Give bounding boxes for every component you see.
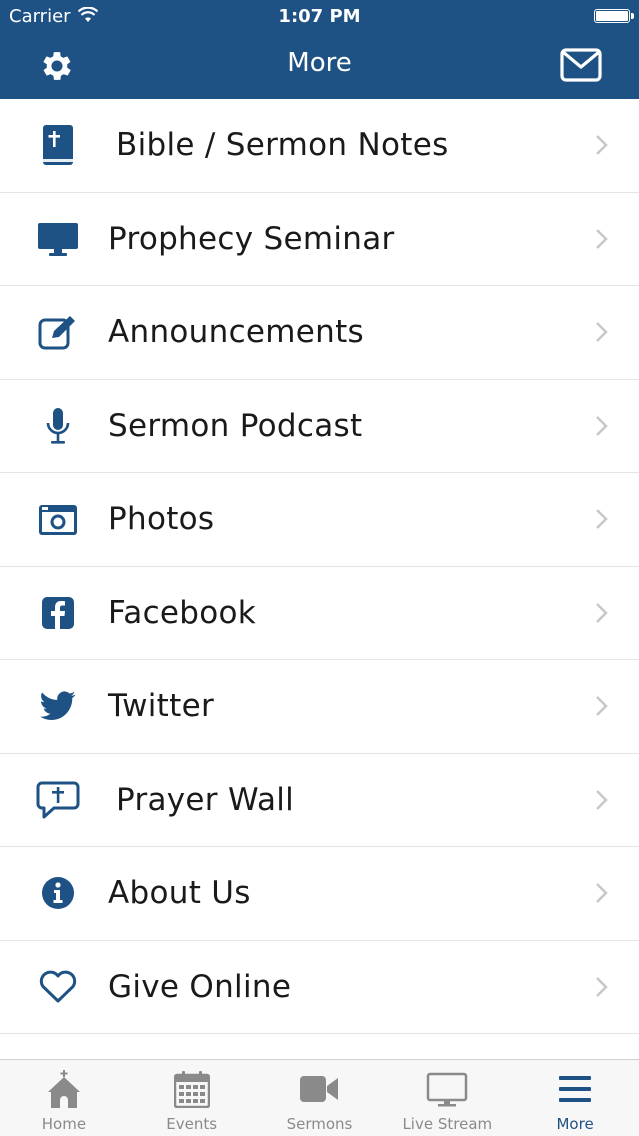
tab-events[interactable]: Events: [128, 1060, 256, 1136]
heart-icon: [36, 965, 80, 1009]
camera-icon: [36, 497, 80, 541]
menu-icon: [559, 1076, 592, 1102]
menu-item-label: Prophecy Seminar: [108, 220, 395, 257]
menu-item-label: Facebook: [108, 594, 257, 631]
tab-more[interactable]: More: [511, 1060, 639, 1136]
menu-item-about-us[interactable]: About Us: [0, 847, 639, 941]
tv-icon: [427, 1072, 468, 1107]
status-time: 1:07 PM: [278, 6, 361, 27]
chevron-right-icon: [596, 976, 608, 997]
tab-sermons[interactable]: Sermons: [256, 1060, 384, 1136]
menu-item-photos[interactable]: Photos: [0, 473, 639, 567]
menu-item-label: Photos: [108, 501, 215, 538]
chevron-right-icon: [596, 509, 608, 530]
tab-label: Home: [41, 1115, 87, 1133]
tab-home[interactable]: Home: [0, 1060, 128, 1136]
bible-icon: [36, 123, 80, 167]
chevron-right-icon: [596, 696, 608, 717]
tab-label: Live Stream: [402, 1115, 493, 1133]
tab-label: More: [556, 1115, 594, 1133]
menu-item-label: Sermon Podcast: [108, 407, 363, 444]
battery-icon: [594, 9, 634, 23]
tab-label: Events: [166, 1115, 218, 1133]
edit-icon: [36, 310, 80, 354]
menu-item-sermon-podcast[interactable]: Sermon Podcast: [0, 379, 639, 473]
status-bar: Carrier 1:07 PM: [0, 0, 639, 33]
menu-item-give-online[interactable]: Give Online: [0, 940, 639, 1034]
chevron-right-icon: [596, 135, 608, 156]
top-bar: Carrier 1:07 PM More: [0, 0, 639, 99]
chevron-right-icon: [596, 789, 608, 810]
menu-item-prophecy-seminar[interactable]: Prophecy Seminar: [0, 192, 639, 286]
prayer-bubble-icon: [36, 778, 80, 822]
menu-item-facebook[interactable]: Facebook: [0, 566, 639, 660]
tab-live-stream[interactable]: Live Stream: [383, 1060, 511, 1136]
info-icon: [36, 871, 80, 915]
chevron-right-icon: [596, 322, 608, 343]
menu-item-label: Prayer Wall: [116, 781, 295, 818]
video-camera-icon: [300, 1076, 339, 1102]
calendar-icon: [173, 1071, 210, 1108]
menu-item-twitter[interactable]: Twitter: [0, 660, 639, 754]
more-menu-list: Bible / Sermon Notes Prophecy Seminar An…: [0, 99, 639, 1034]
chevron-right-icon: [596, 883, 608, 904]
microphone-icon: [36, 404, 80, 448]
tab-bar: Home Events Sermons Live Stream More: [0, 1059, 639, 1136]
menu-item-bible-sermon-notes[interactable]: Bible / Sermon Notes: [0, 99, 639, 193]
facebook-icon: [36, 591, 80, 635]
menu-item-prayer-wall[interactable]: Prayer Wall: [0, 753, 639, 847]
menu-item-announcements[interactable]: Announcements: [0, 286, 639, 380]
page-title: More: [287, 48, 352, 78]
chevron-right-icon: [596, 602, 608, 623]
menu-item-label: Give Online: [108, 968, 292, 1005]
monitor-icon: [36, 217, 80, 261]
tab-label: Sermons: [286, 1115, 353, 1133]
church-icon: [47, 1070, 80, 1108]
chevron-right-icon: [596, 228, 608, 249]
menu-item-label: Announcements: [108, 314, 365, 351]
envelope-icon[interactable]: [560, 48, 602, 82]
chevron-right-icon: [596, 415, 608, 436]
menu-item-label: Twitter: [108, 688, 214, 725]
twitter-icon: [36, 684, 80, 728]
menu-item-label: Bible / Sermon Notes: [116, 127, 449, 164]
menu-item-label: About Us: [108, 875, 251, 912]
